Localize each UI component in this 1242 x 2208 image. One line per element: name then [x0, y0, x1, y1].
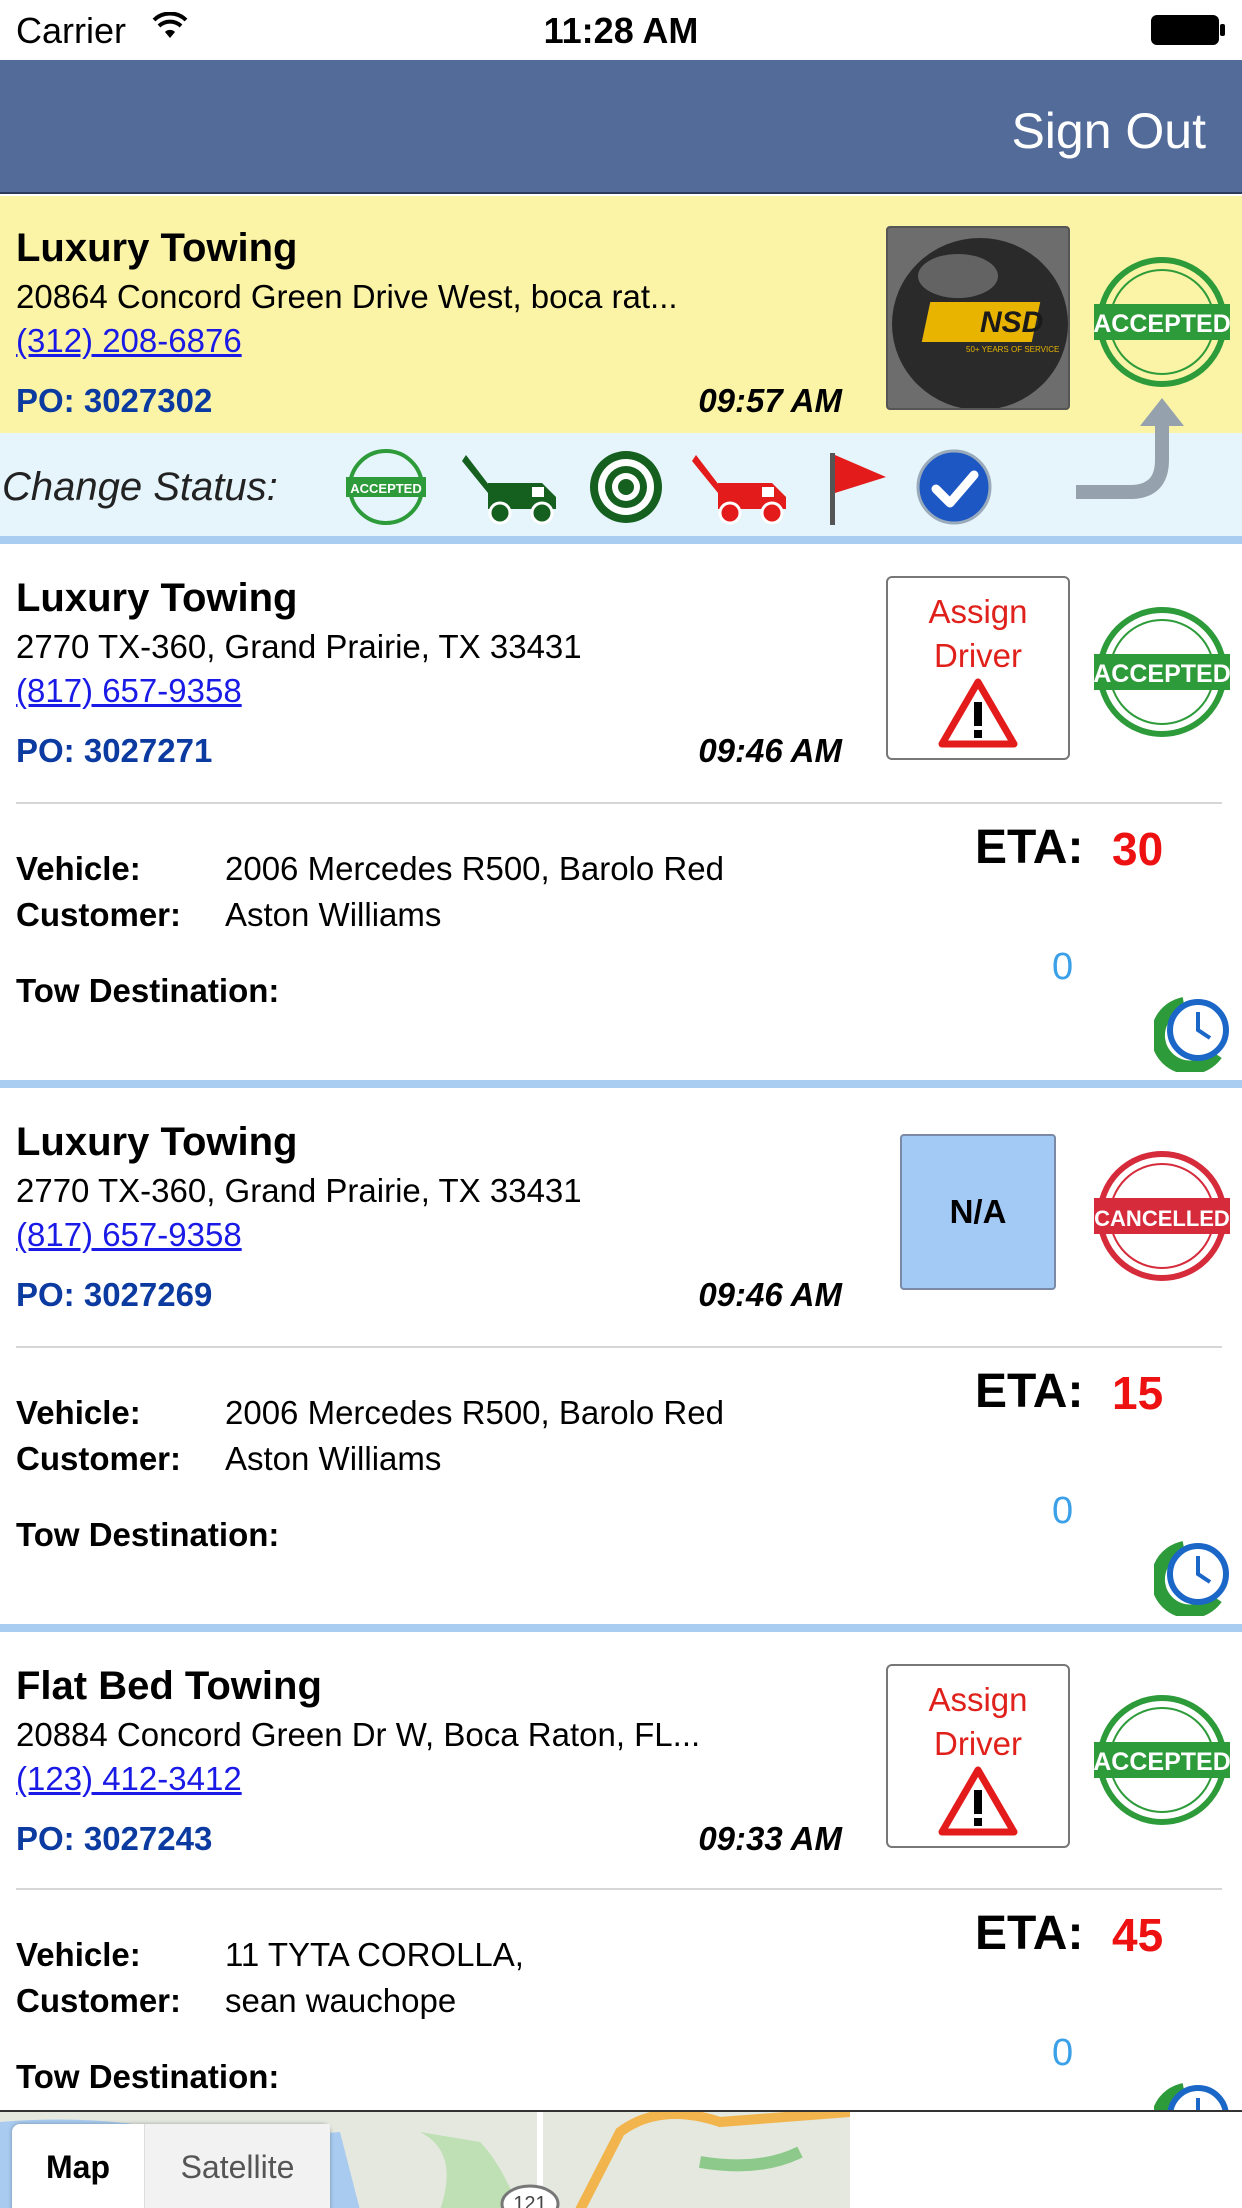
accepted-stamp-icon: ACCEPTED	[1093, 607, 1231, 737]
battery-icon	[1151, 15, 1225, 45]
job-time: 09:46 AM	[698, 732, 842, 769]
row-separator	[0, 536, 1242, 544]
map-tab[interactable]: Map	[12, 2124, 144, 2208]
eta-label: ETA:	[975, 1365, 1084, 1418]
vehicle-value: 11 TYTA COROLLA,	[225, 1936, 524, 1973]
svg-text:CANCELLED: CANCELLED	[1094, 1206, 1230, 1231]
job-po-number: PO: 3027302	[16, 382, 213, 419]
not-available-button[interactable]: N/A	[900, 1134, 1056, 1290]
job-phone-link[interactable]: (817) 657-9358	[16, 672, 242, 710]
customer-label: Customer:	[16, 896, 182, 933]
job-time: 09:57 AM	[698, 382, 842, 419]
job-phone-link[interactable]: (123) 412-3412	[16, 1760, 242, 1798]
clock-time: 11:28 AM	[543, 10, 699, 51]
cancelled-stamp-icon: CANCELLED	[1094, 1151, 1230, 1281]
customer-value: Aston Williams	[225, 896, 442, 933]
tow-count-value: 0	[1052, 946, 1074, 988]
job-address: 20864 Concord Green Drive West, boca rat…	[16, 278, 678, 315]
top-navigation-bar: Sign Out	[0, 60, 1242, 194]
change-status-bar: Change Status: ACCEPTED	[0, 433, 1242, 541]
job-row[interactable]: Luxury Towing 2770 TX-360, Grand Prairie…	[0, 544, 1242, 1080]
svg-text:50+ YEARS OF SERVICE: 50+ YEARS OF SERVICE	[966, 345, 1059, 354]
job-po-number: PO: 3027271	[16, 732, 213, 769]
job-company-name: Luxury Towing	[16, 226, 298, 270]
curved-arrow-up-icon	[1076, 398, 1184, 499]
road-shield-label: 121	[513, 2193, 546, 2208]
assign-driver-label: Assign Driver	[928, 593, 1028, 674]
job-phone-link[interactable]: (817) 657-9358	[16, 1216, 242, 1254]
vehicle-value: 2006 Mercedes R500, Barolo Red	[225, 850, 724, 887]
job-company-name: Luxury Towing	[16, 1120, 298, 1164]
customer-value: Aston Williams	[225, 1440, 442, 1477]
accepted-stamp-icon: ACCEPTED	[1093, 1695, 1231, 1825]
warning-triangle-icon	[938, 1766, 1018, 1836]
map-type-toggle[interactable]: Map Satellite	[12, 2124, 330, 2208]
job-address: 20884 Concord Green Dr W, Boca Raton, FL…	[16, 1716, 701, 1753]
eta-value: 30	[1112, 823, 1164, 875]
vehicle-photo-thumbnail[interactable]: NSD 50+ YEARS OF SERVICE	[886, 226, 1070, 410]
assign-driver-button[interactable]: Assign Driver	[886, 576, 1070, 760]
clock-refresh-icon[interactable]	[1154, 994, 1232, 1072]
job-time: 09:33 AM	[698, 1820, 842, 1857]
tow-destination-label: Tow Destination:	[16, 1516, 280, 1553]
svg-text:ACCEPTED: ACCEPTED	[1093, 310, 1231, 338]
tow-count-value: 0	[1052, 2032, 1074, 2074]
row-divider	[16, 802, 1222, 804]
vehicle-label: Vehicle:	[16, 850, 141, 887]
eta-value: 15	[1112, 1367, 1164, 1419]
tow-truck-red-icon[interactable]	[692, 447, 788, 527]
eta-label: ETA:	[975, 821, 1084, 874]
clock-refresh-icon[interactable]	[1154, 2080, 1232, 2110]
customer-label: Customer:	[16, 1982, 182, 2019]
status-accepted-icon[interactable]: ACCEPTED	[338, 447, 434, 527]
warning-triangle-icon	[938, 678, 1018, 748]
finish-flag-icon[interactable]	[810, 447, 906, 527]
job-time: 09:46 AM	[698, 1276, 842, 1313]
job-address: 2770 TX-360, Grand Prairie, TX 33431	[16, 628, 582, 665]
sign-out-button[interactable]: Sign Out	[1011, 102, 1206, 160]
row-divider	[16, 1888, 1222, 1890]
job-row-selected[interactable]: Luxury Towing 20864 Concord Green Drive …	[0, 196, 1242, 433]
map-blank-area	[850, 2110, 1242, 2208]
ios-status-bar: Carrier 11:28 AM	[0, 0, 1242, 60]
helmet-photo-image: NSD 50+ YEARS OF SERVICE	[888, 228, 1068, 408]
customer-label: Customer:	[16, 1440, 182, 1477]
change-status-label: Change Status:	[2, 465, 278, 509]
row-separator	[0, 1080, 1242, 1088]
target-icon[interactable]	[578, 447, 674, 527]
tow-destination-label: Tow Destination:	[16, 972, 280, 1009]
tow-count-value: 0	[1052, 1490, 1074, 1532]
assign-driver-button[interactable]: Assign Driver	[886, 1664, 1070, 1848]
vehicle-value: 2006 Mercedes R500, Barolo Red	[225, 1394, 724, 1431]
job-address: 2770 TX-360, Grand Prairie, TX 33431	[16, 1172, 582, 1209]
tow-destination-label: Tow Destination:	[16, 2058, 280, 2095]
satellite-tab[interactable]: Satellite	[144, 2124, 330, 2208]
job-po-number: PO: 3027269	[16, 1276, 213, 1313]
job-row[interactable]: Luxury Towing 2770 TX-360, Grand Prairie…	[0, 1088, 1242, 1624]
job-phone-link[interactable]: (312) 208-6876	[16, 322, 242, 360]
row-separator	[0, 1624, 1242, 1632]
job-company-name: Luxury Towing	[16, 576, 298, 620]
row-divider	[16, 1346, 1222, 1348]
clock-refresh-icon[interactable]	[1154, 1538, 1232, 1616]
completed-check-icon[interactable]	[906, 447, 1002, 527]
eta-value: 45	[1112, 1909, 1164, 1961]
svg-text:ACCEPTED: ACCEPTED	[1093, 660, 1231, 688]
job-company-name: Flat Bed Towing	[16, 1664, 322, 1708]
job-po-number: PO: 3027243	[16, 1820, 213, 1857]
vehicle-label: Vehicle:	[16, 1394, 141, 1431]
svg-text:ACCEPTED: ACCEPTED	[1093, 1748, 1231, 1776]
tow-truck-green-icon[interactable]	[462, 447, 558, 527]
customer-value: sean wauchope	[225, 1982, 457, 2019]
assign-driver-label: Assign Driver	[928, 1681, 1028, 1762]
svg-text:ACCEPTED: ACCEPTED	[350, 481, 422, 496]
accepted-stamp-icon: ACCEPTED	[1093, 257, 1231, 387]
vehicle-label: Vehicle:	[16, 1936, 141, 1973]
job-row[interactable]: Flat Bed Towing 20884 Concord Green Dr W…	[0, 1632, 1242, 2110]
svg-text:NSD: NSD	[980, 306, 1043, 339]
eta-label: ETA:	[975, 1907, 1084, 1960]
